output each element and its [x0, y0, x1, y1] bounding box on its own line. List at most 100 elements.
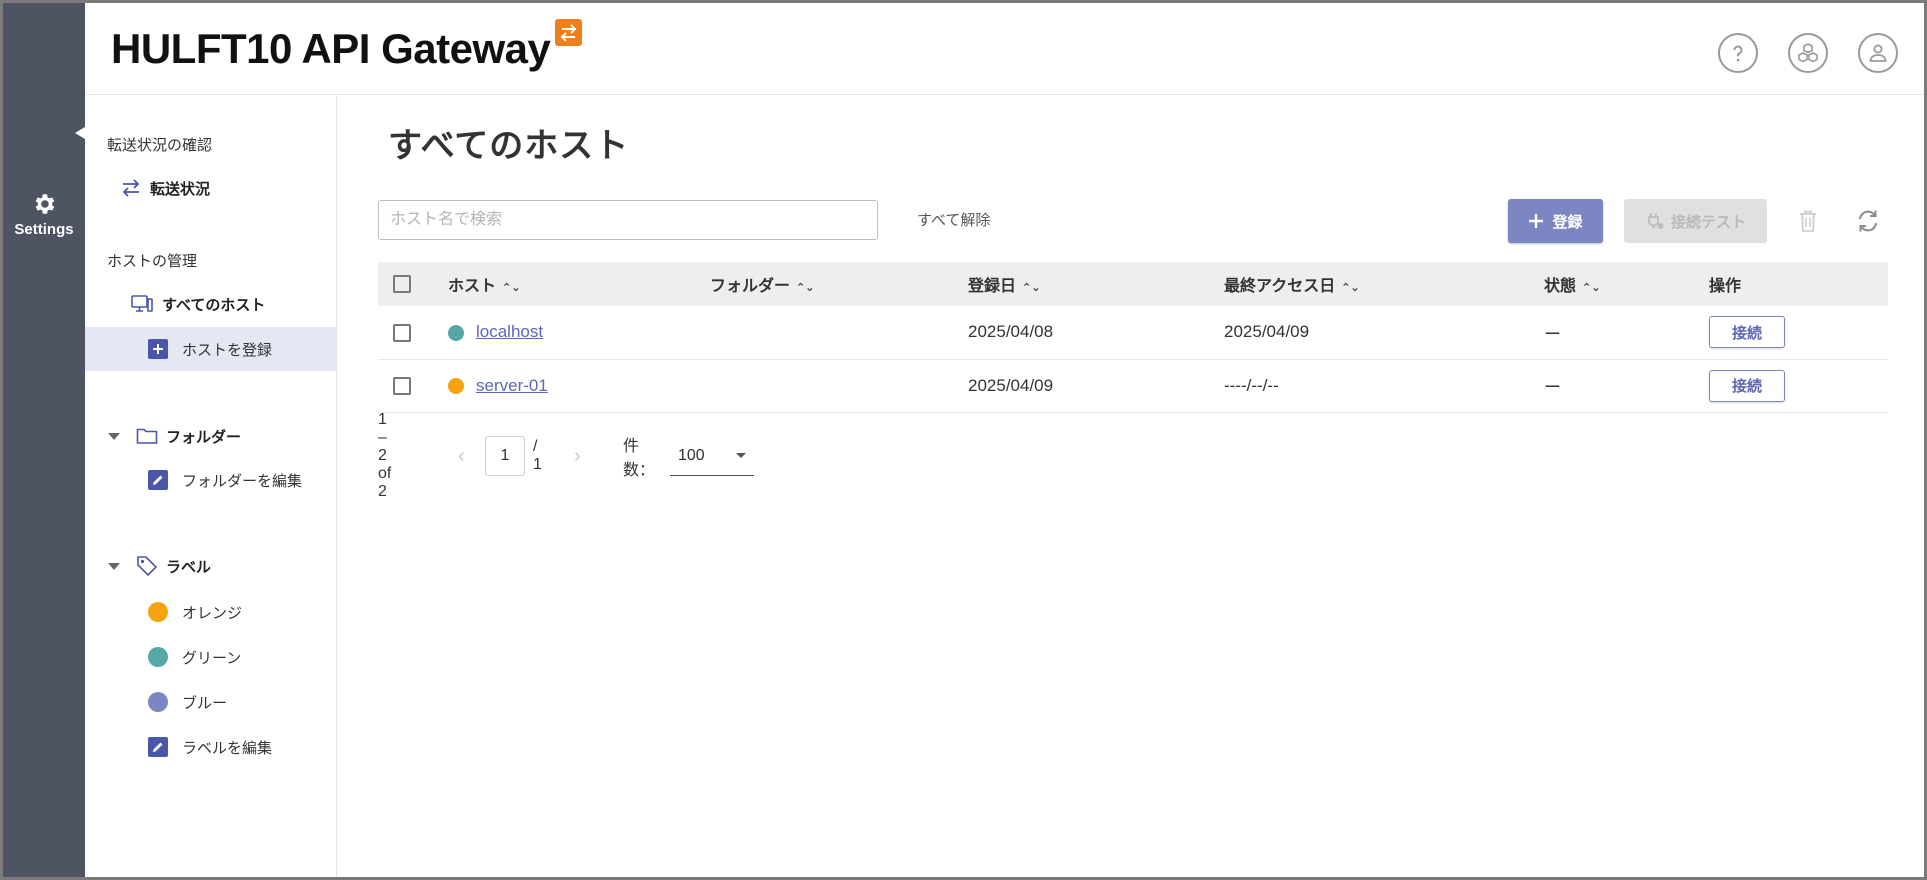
packages-icon: [1798, 43, 1818, 63]
sidebar-item-label: フォルダー: [166, 428, 242, 446]
hosts-table: ホスト ⌃⌄ フォルダー ⌃⌄ 登録日 ⌃⌄ 最終アクセス日 ⌃⌄ 状態 ⌃⌄ 操作 lo…: [378, 262, 1888, 413]
app-header: HULFT10 API Gateway: [85, 3, 1924, 95]
connect-button[interactable]: 接続: [1709, 316, 1785, 349]
column-header-status[interactable]: 状態 ⌃⌄: [1544, 262, 1709, 306]
sidebar-item-label: 転送状況: [150, 180, 211, 198]
last-access-cell: 2025/04/09: [1224, 306, 1544, 360]
sidebar-item-folders[interactable]: フォルダー: [85, 414, 336, 458]
column-label: ホスト: [448, 278, 497, 295]
collapse-triangle-icon[interactable]: [108, 432, 120, 440]
rail-item-settings[interactable]: Settings: [3, 191, 85, 238]
orange-dot-icon: [148, 602, 168, 622]
sidebar-item-all-hosts[interactable]: すべてのホスト: [85, 282, 336, 326]
app-title: HULFT10 API Gateway: [111, 25, 551, 72]
folder-cell: [710, 359, 968, 413]
page-number-input[interactable]: 1: [485, 436, 525, 476]
search-input[interactable]: [378, 200, 878, 240]
sort-icon: ⌃⌄: [502, 282, 521, 294]
next-page-icon[interactable]: ›: [574, 436, 581, 476]
main-content: すべてのホスト すべて解除 登録 接続テスト: [338, 96, 1924, 877]
table-header-row: ホスト ⌃⌄ フォルダー ⌃⌄ 登録日 ⌃⌄ 最終アクセス日 ⌃⌄ 状態 ⌃⌄ 操作: [378, 262, 1888, 306]
user-button[interactable]: [1858, 33, 1898, 73]
per-page-value: 100: [678, 446, 705, 464]
sidebar-item-label: ホストを登録: [182, 341, 273, 359]
refresh-button[interactable]: [1853, 206, 1883, 236]
sidebar-item-edit-labels[interactable]: ラベルを編集: [85, 725, 336, 769]
sidebar-item-label-blue[interactable]: ブルー: [85, 680, 336, 724]
registered-cell: 2025/04/09: [968, 359, 1224, 413]
row-checkbox[interactable]: [393, 377, 411, 396]
green-dot-icon: [148, 647, 168, 667]
rail-settings-label: Settings: [14, 221, 74, 238]
prev-page-icon[interactable]: ‹: [458, 436, 465, 476]
refresh-icon: [1859, 210, 1877, 232]
transfer-logo-icon: [555, 19, 582, 46]
packages-button[interactable]: [1788, 33, 1828, 73]
dropdown-arrow-icon: [736, 453, 746, 458]
table-row: server-01 2025/04/09 ----/--/-- ー 接続: [378, 359, 1888, 413]
select-all-cell: [378, 262, 448, 306]
sidebar-item-label: すべてのホスト: [162, 296, 266, 314]
sidebar-item-label: ラベル: [166, 558, 212, 576]
clear-all-button[interactable]: すべて解除: [917, 209, 990, 230]
folder-cell: [710, 306, 968, 360]
per-page-label: 件数：: [623, 438, 656, 479]
row-checkbox[interactable]: [393, 323, 411, 342]
register-button[interactable]: 登録: [1508, 199, 1603, 243]
monitor-icon: [130, 294, 154, 314]
connect-button[interactable]: 接続: [1709, 369, 1785, 402]
trash-icon: [1800, 210, 1816, 232]
sidebar-item-label: オレンジ: [182, 604, 243, 622]
total-pages: / 1: [533, 438, 542, 473]
help-icon: [1733, 45, 1743, 62]
rail-active-pointer: [75, 127, 85, 139]
registered-cell: 2025/04/08: [968, 306, 1224, 360]
add-square-icon: [148, 339, 168, 359]
sort-icon: ⌃⌄: [1582, 282, 1601, 294]
column-label: フォルダー: [710, 278, 791, 295]
sidebar-item-register-host[interactable]: ホストを登録: [85, 327, 336, 371]
host-link[interactable]: localhost: [476, 322, 543, 341]
transfer-arrows-icon: [120, 178, 142, 198]
app-window: Main Settings HULFT10 API Gateway 転送状況の確…: [0, 0, 1927, 880]
last-access-cell: ----/--/--: [1224, 359, 1544, 413]
connection-test-label: 接続テスト: [1670, 213, 1746, 231]
sidebar-item-label: グリーン: [182, 649, 242, 667]
column-label: 状態: [1544, 278, 1577, 295]
delete-button[interactable]: [1793, 206, 1823, 236]
per-page-select[interactable]: 100: [670, 436, 754, 476]
sidebar-item-labels[interactable]: ラベル: [85, 544, 336, 588]
column-label: 登録日: [968, 278, 1017, 295]
select-all-checkbox[interactable]: [393, 274, 411, 293]
label-dot-icon: [448, 324, 464, 341]
sort-icon: ⌃⌄: [1022, 282, 1041, 294]
column-header-folder[interactable]: フォルダー ⌃⌄: [710, 262, 968, 306]
sort-icon: ⌃⌄: [796, 282, 815, 294]
sidebar-item-label: ラベルを編集: [182, 739, 273, 757]
edit-square-icon: [148, 737, 168, 757]
sidebar: 転送状況の確認 転送状況 ホストの管理 すべてのホスト ホストを登録 フォルダー…: [85, 96, 337, 877]
help-button[interactable]: [1718, 33, 1758, 73]
sidebar-item-edit-folders[interactable]: フォルダーを編集: [85, 458, 336, 502]
register-button-label: 登録: [1552, 213, 1583, 231]
sidebar-item-label-green[interactable]: グリーン: [85, 635, 336, 679]
plus-icon: [1529, 214, 1544, 228]
gear-icon: [35, 194, 55, 214]
user-icon: [1869, 44, 1887, 62]
host-link[interactable]: server-01: [476, 376, 548, 395]
sort-icon: ⌃⌄: [1341, 282, 1360, 294]
status-cell: ー: [1544, 306, 1709, 360]
sidebar-item-label: フォルダーを編集: [182, 472, 303, 490]
connection-test-button[interactable]: 接続テスト: [1624, 199, 1767, 243]
sidebar-item-transfer-status[interactable]: 転送状況: [85, 166, 336, 210]
left-rail: Main Settings: [3, 3, 396, 877]
sidebar-item-label: ブルー: [182, 694, 228, 712]
collapse-triangle-icon[interactable]: [108, 562, 120, 570]
label-dot-icon: [448, 378, 464, 395]
sidebar-item-label-orange[interactable]: オレンジ: [85, 590, 336, 634]
column-header-last-access[interactable]: 最終アクセス日 ⌃⌄: [1224, 262, 1544, 306]
blue-dot-icon: [148, 692, 168, 712]
column-label: 最終アクセス日: [1224, 278, 1336, 295]
column-header-registered[interactable]: 登録日 ⌃⌄: [968, 262, 1224, 306]
column-header-host[interactable]: ホスト ⌃⌄: [448, 262, 710, 306]
